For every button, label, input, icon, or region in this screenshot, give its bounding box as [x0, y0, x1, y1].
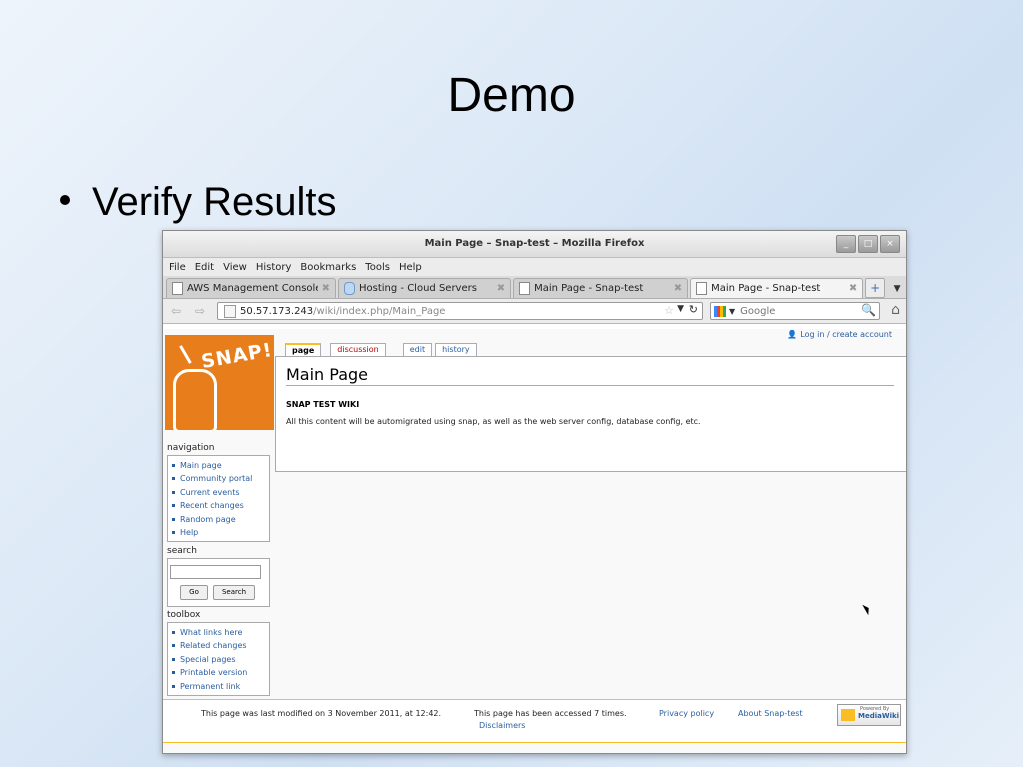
- nav-random-page[interactable]: Random page: [172, 513, 269, 526]
- footer-last-modified: This page was last modified on 3 Novembe…: [201, 709, 442, 718]
- search-button[interactable]: Search: [213, 585, 255, 600]
- menu-bookmarks[interactable]: Bookmarks: [300, 262, 356, 273]
- mouse-cursor-icon: [862, 602, 872, 616]
- toolbox-portlet: What links here Related changes Special …: [167, 622, 270, 697]
- tool-what-links-here[interactable]: What links here: [172, 626, 269, 639]
- wiki-page: SNAP! 👤 Log in / create account page disc…: [163, 329, 906, 753]
- menu-bar: File Edit View History Bookmarks Tools H…: [163, 258, 906, 276]
- bullet-item: Verify Results: [60, 180, 337, 225]
- footer-about-link[interactable]: About Snap-test: [738, 709, 803, 718]
- page-content: Main Page SNAP TEST WIKI All this conten…: [275, 356, 906, 472]
- tab-label: Hosting - Cloud Servers: [359, 283, 477, 294]
- page-icon: [519, 282, 531, 295]
- hand-icon: [173, 369, 217, 430]
- tab-main-page-active[interactable]: Main Page - Snap-test ✖: [690, 278, 864, 298]
- slide-title: Demo: [447, 69, 576, 122]
- navigation-toolbar: ⇦ ⇨ 50.57.173.243/wiki/index.php/Main_Pa…: [163, 299, 906, 324]
- close-tab-icon[interactable]: ✖: [497, 283, 505, 294]
- tab-page[interactable]: page: [285, 343, 322, 356]
- page-identity-icon[interactable]: [224, 304, 236, 318]
- page-icon: [172, 282, 183, 295]
- page-heading: Main Page: [286, 365, 894, 386]
- mediawiki-badge[interactable]: Powered By MediaWiki: [837, 704, 901, 726]
- back-arrow-icon[interactable]: ⇦: [171, 304, 181, 318]
- url-dropdown-icon[interactable]: ▼: [677, 304, 684, 314]
- login-text: Log in / create account: [800, 330, 892, 339]
- nav-recent-changes[interactable]: Recent changes: [172, 499, 269, 512]
- page-subheading: SNAP TEST WIKI: [286, 400, 360, 409]
- footer-access-count: This page has been accessed 7 times.: [474, 709, 627, 718]
- toolbox-heading: toolbox: [167, 610, 201, 620]
- new-tab-button[interactable]: +: [865, 278, 886, 298]
- menu-view[interactable]: View: [223, 262, 247, 273]
- snap-logo[interactable]: SNAP!: [165, 335, 274, 430]
- tab-list-chevron-icon[interactable]: ▼: [888, 280, 906, 298]
- url-path: /wiki/index.php/Main_Page: [313, 305, 446, 317]
- login-link[interactable]: 👤 Log in / create account: [787, 330, 892, 339]
- tab-label: Main Page - Snap-test: [711, 283, 821, 294]
- navigation-heading: navigation: [167, 443, 215, 453]
- tab-discussion[interactable]: discussion: [330, 343, 386, 356]
- url-host: 50.57.173.243: [240, 305, 314, 317]
- menu-tools[interactable]: Tools: [365, 262, 390, 273]
- nav-help[interactable]: Help: [172, 526, 269, 539]
- search-heading: search: [167, 546, 197, 556]
- tab-main-page-1[interactable]: Main Page - Snap-test ✖: [513, 278, 689, 298]
- menu-history[interactable]: History: [256, 262, 292, 273]
- page-tabs: page discussion edit history: [285, 343, 477, 356]
- window-title: Main Page – Snap-test – Mozilla Firefox: [424, 238, 645, 249]
- page-body-text: All this content will be automigrated us…: [286, 417, 701, 426]
- tab-hosting[interactable]: Hosting - Cloud Servers ✖: [338, 278, 512, 298]
- forward-arrow-icon[interactable]: ⇨: [195, 304, 205, 318]
- engine-dropdown-icon[interactable]: ▼: [729, 307, 735, 316]
- close-tab-icon[interactable]: ✖: [674, 283, 682, 294]
- tab-edit[interactable]: edit: [402, 343, 433, 356]
- logo-text: SNAP!: [199, 338, 274, 374]
- tab-bar: AWS Management Console ✖ Hosting - Cloud…: [163, 276, 906, 299]
- bullet-text: Verify Results: [92, 180, 337, 224]
- user-icon: 👤: [787, 330, 798, 339]
- mediawiki-flower-icon: [841, 709, 855, 721]
- search-bar[interactable]: ▼ 🔍: [710, 302, 880, 320]
- google-engine-icon[interactable]: [714, 305, 726, 317]
- close-tab-icon[interactable]: ✖: [849, 283, 857, 294]
- wiki-search-input[interactable]: [170, 565, 261, 579]
- menu-file[interactable]: File: [169, 262, 186, 273]
- page-icon: [696, 282, 708, 295]
- tab-label: Main Page - Snap-test: [534, 283, 644, 294]
- minimize-button[interactable]: _: [836, 235, 856, 253]
- browser-window: Main Page – Snap-test – Mozilla Firefox …: [162, 230, 907, 754]
- navigation-portlet: Main page Community portal Current event…: [167, 455, 270, 543]
- page-footer: This page was last modified on 3 Novembe…: [163, 699, 906, 743]
- nav-community-portal[interactable]: Community portal: [172, 472, 269, 485]
- home-icon[interactable]: ⌂: [891, 302, 900, 318]
- web-search-input[interactable]: [738, 304, 853, 318]
- nav-current-events[interactable]: Current events: [172, 486, 269, 499]
- go-button[interactable]: Go: [180, 585, 208, 600]
- tool-printable-version[interactable]: Printable version: [172, 666, 269, 679]
- badge-big-text: MediaWiki: [858, 712, 900, 720]
- tool-special-pages[interactable]: Special pages: [172, 653, 269, 666]
- footer-disclaimers-link[interactable]: Disclaimers: [479, 721, 525, 730]
- close-button[interactable]: ×: [880, 235, 900, 253]
- bullet-dot-icon: [60, 195, 70, 206]
- search-icon[interactable]: 🔍: [861, 303, 876, 317]
- bookmark-star-icon[interactable]: ☆: [664, 304, 674, 317]
- window-titlebar[interactable]: Main Page – Snap-test – Mozilla Firefox …: [163, 231, 906, 258]
- url-bar[interactable]: 50.57.173.243/wiki/index.php/Main_Page ☆…: [217, 302, 703, 320]
- menu-edit[interactable]: Edit: [195, 262, 214, 273]
- tab-label: AWS Management Console: [187, 283, 318, 294]
- footer-privacy-link[interactable]: Privacy policy: [659, 709, 714, 718]
- tab-history[interactable]: history: [435, 343, 477, 356]
- reload-icon[interactable]: ↻: [689, 303, 698, 316]
- nav-main-page[interactable]: Main page: [172, 459, 269, 472]
- menu-help[interactable]: Help: [399, 262, 422, 273]
- search-portlet: Go Search: [167, 558, 270, 607]
- tool-related-changes[interactable]: Related changes: [172, 639, 269, 652]
- maximize-button[interactable]: □: [858, 235, 878, 253]
- tab-aws[interactable]: AWS Management Console ✖: [166, 278, 336, 298]
- cloud-icon: [344, 282, 355, 295]
- tool-permanent-link[interactable]: Permanent link: [172, 680, 269, 693]
- close-tab-icon[interactable]: ✖: [322, 283, 330, 294]
